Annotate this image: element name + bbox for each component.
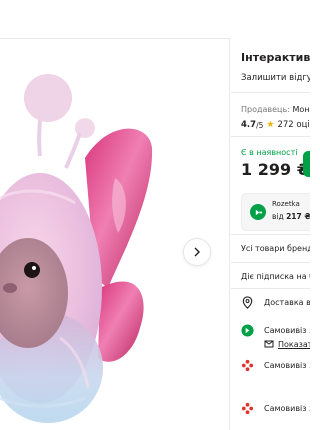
chevron-right-icon bbox=[194, 247, 200, 257]
divider bbox=[231, 234, 310, 235]
rating-scale: /5 bbox=[256, 120, 264, 130]
rozetka-logo-icon bbox=[250, 204, 266, 220]
delivery-location-text: Доставка в bbox=[264, 298, 310, 307]
store-price-value: 217 ₴ bbox=[286, 212, 310, 221]
location-pin-icon bbox=[241, 296, 254, 309]
reviews-count[interactable]: 272 оцін bbox=[277, 120, 310, 130]
delivery-location-row[interactable]: Доставка в Л bbox=[241, 296, 310, 309]
seller-rating: 4.7 /5 ★ 272 оцін bbox=[241, 120, 310, 130]
column-divider bbox=[229, 38, 230, 430]
map-icon bbox=[264, 340, 274, 348]
all-brand-goods-link[interactable]: Усі товари бренду bbox=[241, 244, 310, 253]
divider bbox=[231, 262, 310, 263]
gallery-top-border bbox=[0, 38, 229, 39]
rating-value: 4.7 bbox=[241, 120, 257, 130]
store-price: від 217 ₴ х bbox=[272, 212, 310, 221]
seller-info: Продавець: Монор bbox=[241, 105, 310, 114]
divider bbox=[231, 288, 310, 289]
seller-name-link[interactable]: Монор bbox=[292, 105, 310, 114]
product-price: 1 299 ₴ bbox=[241, 160, 310, 179]
divider bbox=[231, 136, 310, 137]
pickup-text: Самовивіз з bbox=[264, 361, 310, 370]
next-image-button[interactable] bbox=[183, 238, 211, 266]
product-title: Інтерактивна bbox=[241, 51, 310, 64]
product-gallery bbox=[0, 38, 229, 430]
store-name: Rozetka bbox=[272, 200, 300, 208]
store-offer-card[interactable]: Rozetka від 217 ₴ х bbox=[241, 193, 310, 231]
pickup-text: Самовивіз з bbox=[264, 326, 310, 335]
pickup-point-icon bbox=[241, 402, 254, 415]
store-price-prefix: від bbox=[272, 212, 284, 221]
pickup-row[interactable]: Самовивіз з bbox=[241, 324, 310, 337]
subscription-notice[interactable]: Діє підписка на бе bbox=[241, 272, 310, 281]
leave-review-link[interactable]: Залишити відгук bbox=[241, 73, 310, 83]
pickup-point-icon bbox=[241, 359, 254, 372]
availability-status: Є в наявності bbox=[241, 148, 298, 157]
product-info-panel: Інтерактивна Залишити відгук Продавець: … bbox=[231, 38, 310, 430]
buy-button[interactable] bbox=[303, 151, 310, 177]
product-image[interactable] bbox=[0, 38, 229, 430]
pickup-row[interactable]: Самовивіз з bbox=[241, 359, 310, 372]
divider bbox=[231, 92, 310, 93]
rozetka-pickup-icon bbox=[241, 324, 254, 337]
show-on-map-link[interactable]: Показат bbox=[264, 339, 310, 349]
pickup-row[interactable]: Самовивіз з bbox=[241, 402, 310, 415]
pickup-text: Самовивіз з bbox=[264, 404, 310, 413]
show-link-text: Показат bbox=[278, 339, 310, 349]
star-icon: ★ bbox=[266, 120, 275, 130]
seller-label: Продавець: bbox=[241, 105, 290, 114]
